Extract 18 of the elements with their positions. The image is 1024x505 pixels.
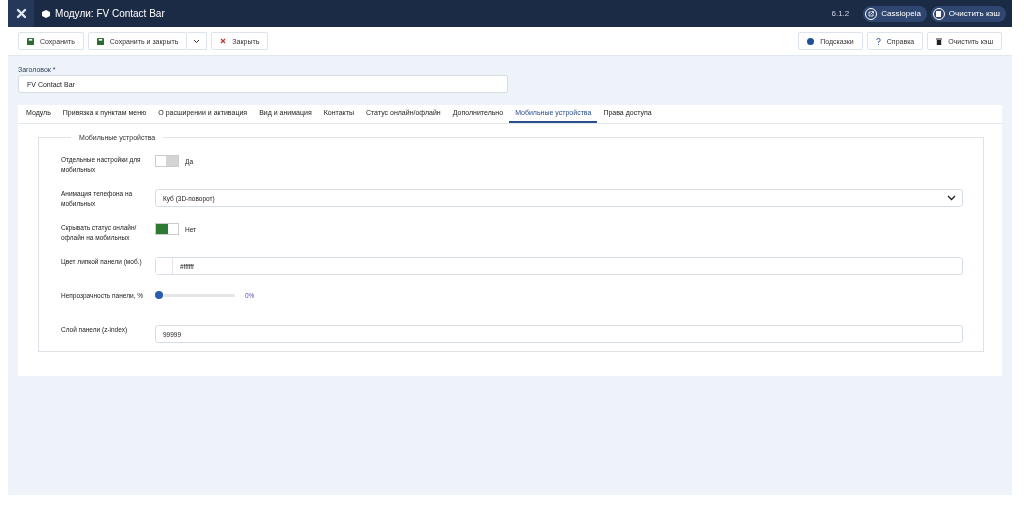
- cube-icon: [42, 9, 50, 18]
- site-link[interactable]: Cassiopeia: [863, 5, 927, 22]
- version-text: 6.1.2: [831, 9, 850, 18]
- trash-icon: [936, 37, 943, 45]
- caret-icon: [193, 38, 201, 44]
- toggle-switch[interactable]: [155, 223, 179, 235]
- external-link-icon: [868, 10, 875, 17]
- clear-cache-link[interactable]: Очистить кэш: [930, 5, 1006, 22]
- question-circle-icon: [807, 37, 815, 45]
- page-title: Модули: FV Contact Bar: [55, 8, 165, 19]
- chevron-down-icon: [947, 195, 956, 201]
- slider-track[interactable]: [155, 291, 235, 299]
- trash-icon: [936, 10, 942, 17]
- close-icon: [220, 38, 227, 44]
- question-mark-icon: [875, 37, 881, 45]
- color-swatch[interactable]: [156, 258, 173, 274]
- toggle-switch[interactable]: [155, 155, 179, 167]
- slider-thumb[interactable]: [155, 291, 163, 299]
